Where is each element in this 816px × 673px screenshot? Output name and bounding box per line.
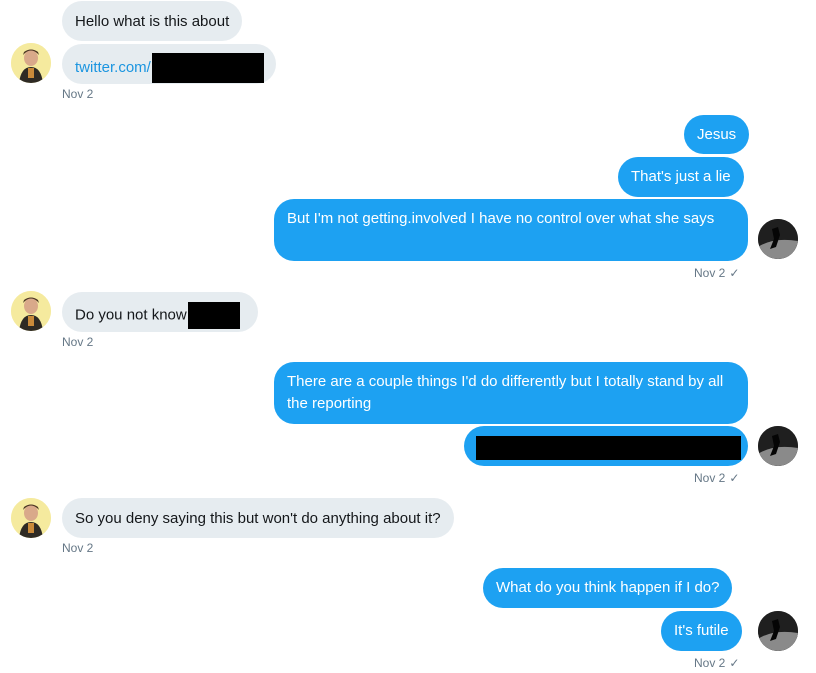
sent-message[interactable]: But I'm not getting.involved I have no c… bbox=[274, 199, 748, 261]
received-message-link[interactable]: twitter.com/ bbox=[62, 44, 276, 84]
user-avatar-icon bbox=[11, 291, 51, 331]
timestamp: Nov 2 bbox=[694, 471, 726, 485]
avatar[interactable] bbox=[758, 219, 798, 259]
timestamp: Nov 2 bbox=[694, 656, 726, 670]
timestamp-row: Nov 2 ✓ bbox=[694, 656, 739, 670]
sent-message-redacted[interactable] bbox=[464, 426, 748, 466]
message-text: There are a couple things I'd do differe… bbox=[287, 373, 724, 412]
timestamp-row: Nov 2 ✓ bbox=[694, 266, 739, 280]
received-message[interactable]: Hello what is this about bbox=[62, 1, 243, 41]
check-icon: ✓ bbox=[729, 656, 740, 670]
sent-message[interactable]: What do you think happen if I do? bbox=[483, 568, 733, 608]
sent-message[interactable]: That's just a lie bbox=[618, 157, 744, 197]
avatar[interactable] bbox=[758, 611, 798, 651]
user-avatar-icon bbox=[758, 426, 798, 466]
timestamp: Nov 2 bbox=[62, 87, 94, 101]
check-icon: ✓ bbox=[729, 266, 740, 280]
redacted-block bbox=[476, 436, 741, 460]
message-text: Jesus bbox=[697, 126, 737, 143]
message-text: It's futile bbox=[674, 622, 729, 639]
avatar[interactable] bbox=[11, 43, 51, 83]
received-message[interactable]: Do you not know bbox=[62, 292, 258, 332]
user-avatar-icon bbox=[758, 611, 798, 651]
avatar[interactable] bbox=[11, 498, 51, 538]
sent-message[interactable]: It's futile bbox=[661, 611, 742, 651]
sent-message[interactable]: There are a couple things I'd do differe… bbox=[274, 362, 748, 424]
user-avatar-icon bbox=[11, 498, 51, 538]
avatar[interactable] bbox=[758, 426, 798, 466]
user-avatar-icon bbox=[758, 219, 798, 259]
received-message[interactable]: So you deny saying this but won't do any… bbox=[62, 498, 454, 538]
message-text: But I'm not getting.involved I have no c… bbox=[287, 210, 715, 227]
redacted-block bbox=[187, 302, 240, 329]
message-link[interactable]: twitter.com/ bbox=[75, 59, 151, 76]
user-avatar-icon bbox=[11, 43, 51, 83]
check-icon: ✓ bbox=[729, 471, 740, 485]
message-text: That's just a lie bbox=[631, 168, 731, 185]
redacted-block bbox=[151, 53, 264, 83]
avatar[interactable] bbox=[11, 291, 51, 331]
sent-message[interactable]: Jesus bbox=[684, 115, 750, 154]
message-text: Hello what is this about bbox=[75, 13, 230, 30]
timestamp: Nov 2 bbox=[62, 335, 94, 349]
timestamp: Nov 2 bbox=[62, 541, 94, 555]
message-text: So you deny saying this but won't do any… bbox=[75, 510, 441, 527]
timestamp: Nov 2 bbox=[694, 266, 726, 280]
message-text: What do you think happen if I do? bbox=[496, 579, 720, 596]
timestamp-row: Nov 2 ✓ bbox=[694, 471, 739, 485]
message-text: Do you not know bbox=[75, 306, 187, 324]
